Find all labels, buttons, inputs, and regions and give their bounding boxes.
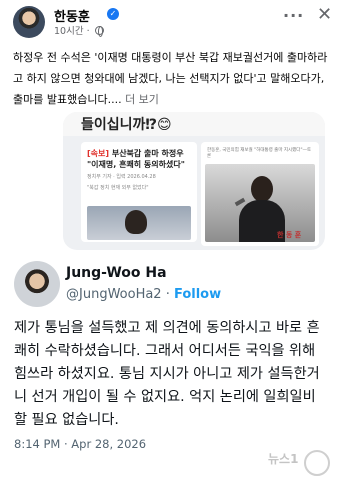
tweet-timestamp[interactable]: 8:14 PM · Apr 28, 2026 [14, 437, 146, 451]
post-time[interactable]: 10시간 [54, 26, 84, 37]
post-meta: 10시간 · [54, 23, 104, 37]
article-photo [87, 206, 191, 240]
tweet-avatar[interactable] [14, 261, 60, 307]
tweet-handle[interactable]: @JungWooHa2 [66, 287, 162, 302]
watermark-text: 뉴스1 [268, 452, 299, 466]
article-title: [속보] 부산북갑 출마 하정우 "이재명, 흔쾌히 동의하셨다" [87, 148, 191, 170]
news-article-card: [속보] 부산북갑 출마 하정우 "이재명, 흔쾌히 동의하셨다" 정치부 기자… [81, 142, 197, 242]
second-article-card: 한동훈, 국민의힘 재보궐 "하대통령 출마 지시했다"—토론 한 동 훈 [201, 142, 319, 246]
image-headline-strip: 들이십니까⁉😊 [63, 112, 325, 136]
verified-badge-icon: ✓ [107, 8, 119, 20]
author-avatar[interactable] [13, 6, 45, 38]
tweet-text: 제가 통님을 설득했고 제 의견에 동의하시고 바로 흔쾌히 수락하셨습니다. … [14, 320, 320, 428]
news1-watermark-logo: 뉴스1 [268, 450, 334, 478]
article-tag: [속보] [87, 149, 110, 158]
speaker-photo: 한 동 훈 [205, 164, 315, 242]
speaker-head [251, 176, 273, 202]
article-byline: 정치부 기자 · 입력 2026.04.28 [87, 174, 156, 180]
post-header: 한동훈 ✓ 10시간 · ··· ✕ [0, 0, 340, 40]
photo-caption: 한 동 훈 [277, 231, 302, 239]
more-options-icon[interactable]: ··· [283, 6, 304, 25]
watermark-circle [304, 450, 330, 476]
second-article-text: 한동훈, 국민의힘 재보궐 "하대통령 출마 지시했다"—토론 [207, 148, 312, 159]
follow-button[interactable]: Follow [174, 287, 221, 302]
post-text: 하정우 전 수석은 '이재명 대통령이 부산 북갑 재보궐선거에 출마하라고 하… [13, 51, 328, 106]
post-body: 하정우 전 수석은 '이재명 대통령이 부산 북갑 재보궐선거에 출마하라고 하… [13, 47, 331, 110]
close-icon[interactable]: ✕ [317, 4, 332, 25]
see-more-link[interactable]: 더 보기 [125, 93, 159, 106]
person-figure [125, 210, 147, 234]
image-headline: 들이십니까⁉😊 [81, 117, 172, 133]
globe-icon [94, 26, 104, 37]
article-subtitle: "북갑 정치 현재 외부 없었다" [87, 185, 149, 191]
tweet-author-name[interactable]: Jung-Woo Ha [66, 265, 167, 281]
microphone-icon [234, 197, 246, 207]
tweet-handle-line: @JungWooHa2 · Follow [66, 287, 221, 302]
post-image[interactable]: 들이십니까⁉😊 [속보] 부산북갑 출마 하정우 "이재명, 흔쾌히 동의하셨다… [63, 112, 325, 250]
handle-separator: · [161, 287, 174, 302]
